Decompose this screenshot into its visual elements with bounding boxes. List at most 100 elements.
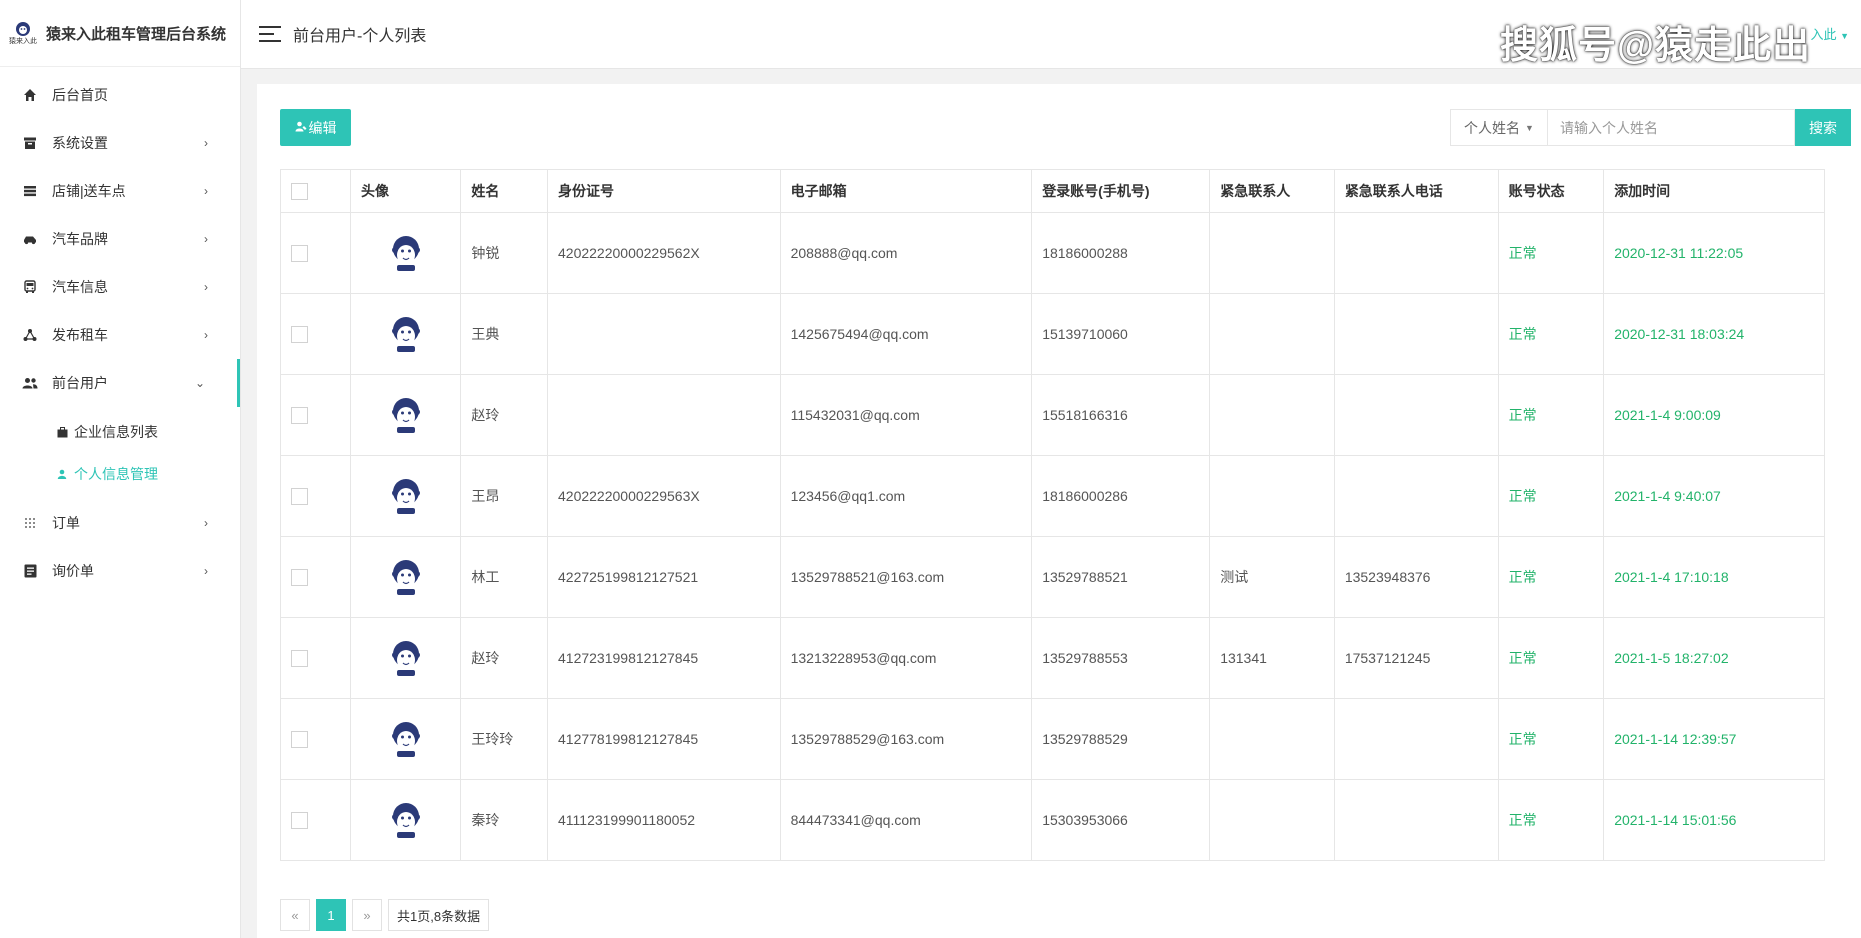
page-1-button[interactable]: 1 (316, 899, 346, 931)
users-icon (22, 375, 38, 391)
cell-name: 王典 (460, 293, 548, 375)
cell-status: 正常 (1497, 374, 1605, 456)
column-header: 添加时间 (1603, 169, 1825, 213)
cell-added-time: 2021-1-14 12:39:57 (1603, 698, 1825, 780)
cell-emergency-phone (1333, 212, 1499, 294)
menu-item-car-info[interactable]: 汽车信息 › (0, 263, 240, 311)
row-select-cell (279, 698, 352, 780)
breadcrumb: 前台用户-个人列表 (293, 28, 427, 45)
cell-avatar (350, 698, 462, 780)
avatar (361, 801, 450, 839)
briefcase-icon (56, 426, 68, 438)
search-field-value: 个人姓名 (1464, 119, 1521, 136)
menu-item-car-brands[interactable]: 汽车品牌 › (0, 215, 240, 263)
cell-email: 13529788529@163.com (779, 698, 1033, 780)
row-checkbox[interactable] (291, 487, 308, 505)
pagination-info: 共1页,8条数据 (388, 899, 490, 931)
menu-item-label: 后台首页 (52, 87, 108, 103)
person-icon (56, 468, 68, 480)
cell-email: 123456@qq1.com (779, 455, 1033, 537)
cell-id-number: 42022220000229562X (547, 212, 781, 294)
table-row: 钟锐 42022220000229562X 208888@qq.com 1818600… (279, 212, 1825, 294)
submenu-item-company-list[interactable]: 企业信息列表 (0, 411, 240, 453)
cell-added-time: 2021-1-4 9:00:09 (1603, 374, 1825, 456)
cell-emergency-contact (1209, 779, 1335, 861)
search-button[interactable]: 搜索 (1795, 109, 1851, 146)
row-checkbox[interactable] (291, 649, 308, 667)
top-bar: 前台用户-个人列表 搜狐号@猿走此出 入此 ▼ (241, 0, 1861, 69)
search-input[interactable] (1548, 109, 1795, 146)
chevron-down-icon: ⌄ (194, 376, 205, 390)
row-select-cell (279, 455, 352, 537)
column-header: 姓名 (460, 169, 548, 213)
cell-emergency-contact (1209, 455, 1335, 537)
row-select-cell (279, 293, 352, 375)
column-header: 头像 (350, 169, 462, 213)
select-all-checkbox[interactable] (291, 182, 308, 200)
cell-status: 正常 (1497, 779, 1605, 861)
cell-id-number: 42022220000229563X (547, 455, 781, 537)
column-header: 身份证号 (547, 169, 781, 213)
next-page-button[interactable]: » (352, 899, 382, 931)
cell-login-phone: 15303953066 (1031, 779, 1211, 861)
submenu-item-personal-info[interactable]: 个人信息管理 (0, 453, 240, 495)
cell-added-time: 2021-1-4 17:10:18 (1603, 536, 1825, 618)
avatar (361, 720, 450, 758)
cell-status: 正常 (1497, 536, 1605, 618)
pagination: « 1 » 共1页,8条数据 (280, 899, 495, 931)
row-checkbox[interactable] (291, 244, 308, 262)
app-title: 猿来入此租车管理后台系统 (46, 25, 227, 43)
row-checkbox[interactable] (291, 568, 308, 586)
cell-id-number: 422725199812127521 (547, 536, 781, 618)
cell-emergency-contact (1209, 212, 1335, 294)
chevron-right-icon: › (204, 280, 208, 294)
search-field-select[interactable]: 个人姓名 ▼ (1450, 109, 1548, 146)
menu-toggle-icon[interactable] (259, 26, 281, 42)
cell-name: 赵玲 (460, 617, 548, 699)
menu-item-home[interactable]: 后台首页 (0, 71, 240, 119)
column-header: 电子邮箱 (779, 169, 1033, 213)
menu-item-inquiries[interactable]: 询价单 › (0, 547, 240, 595)
cell-status: 正常 (1497, 455, 1605, 537)
table-row: 赵玲 412723199812127845 13213228953@qq.com 13… (279, 617, 1825, 699)
row-select-cell (279, 617, 352, 699)
cell-emergency-phone (1333, 698, 1499, 780)
avatar (361, 558, 450, 596)
watermark: 搜狐号@猿走此出 (1499, 25, 1811, 67)
submenu-item-label: 个人信息管理 (74, 466, 158, 482)
cell-email: 844473341@qq.com (779, 779, 1033, 861)
user-menu[interactable]: 入此 ▼ (1810, 24, 1849, 43)
prev-page-button[interactable]: « (280, 899, 310, 931)
row-checkbox[interactable] (291, 811, 308, 829)
cell-login-phone: 18186000288 (1031, 212, 1211, 294)
table-body: 钟锐 42022220000229562X 208888@qq.com 1818600… (279, 212, 1825, 861)
menu-item-label: 发布租车 (52, 327, 108, 343)
caret-down-icon: ▼ (1525, 122, 1534, 133)
cell-added-time: 2020-12-31 11:22:05 (1603, 212, 1825, 294)
cell-emergency-contact: 测试 (1209, 536, 1335, 618)
row-checkbox[interactable] (291, 325, 308, 343)
menu-item-system-settings[interactable]: 系统设置 › (0, 119, 240, 167)
logo-monkey-icon (16, 22, 30, 36)
menu-item-label: 前台用户 (52, 375, 108, 391)
cell-emergency-phone (1333, 374, 1499, 456)
share-nodes-icon (22, 327, 38, 343)
menu-item-label: 系统设置 (52, 135, 108, 151)
cell-emergency-contact (1209, 698, 1335, 780)
cell-emergency-phone (1333, 455, 1499, 537)
edit-button[interactable]: 编辑 (280, 109, 351, 146)
menu-item-publish-rental[interactable]: 发布租车 › (0, 311, 240, 359)
menu-item-orders[interactable]: 订单 › (0, 499, 240, 547)
cell-avatar (350, 455, 462, 537)
submenu-item-label: 企业信息列表 (74, 424, 158, 440)
menu-item-front-users[interactable]: 前台用户 ⌄ (0, 359, 240, 407)
row-checkbox[interactable] (291, 406, 308, 424)
list-document-icon (22, 563, 38, 579)
menu-item-stores[interactable]: 店铺|送车点 › (0, 167, 240, 215)
column-header: 紧急联系人 (1209, 169, 1335, 213)
row-checkbox[interactable] (291, 730, 308, 748)
select-all-cell (279, 169, 352, 213)
bus-icon (22, 279, 38, 295)
cell-added-time: 2020-12-31 18:03:24 (1603, 293, 1825, 375)
cell-email: 208888@qq.com (779, 212, 1033, 294)
